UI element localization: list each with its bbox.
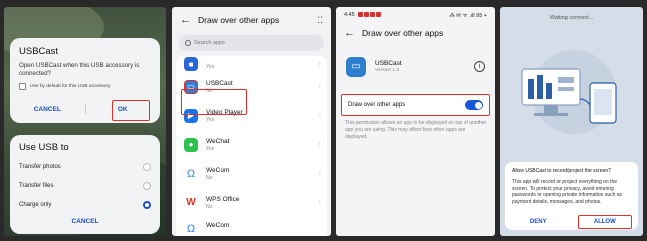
wecom-icon: Ω (184, 166, 198, 181)
usbcast-app-icon: ▭ (346, 56, 366, 77)
deny-button[interactable]: DENY (505, 219, 572, 225)
chevron-right-icon: › (318, 112, 321, 119)
app-version: Version 1.9 (375, 68, 400, 73)
phone-screen (594, 89, 612, 115)
chevron-right-icon: › (318, 60, 321, 68)
dialog-message: Open USBCast when this USB accessory is … (19, 62, 140, 78)
app-name: WeCom (206, 166, 230, 174)
default-checkbox-label: Use by default for this USB accessory (30, 84, 111, 90)
app-status: No (206, 203, 213, 210)
cancel-button[interactable]: CANCEL (10, 106, 85, 113)
toggle-label: Draw over other apps (348, 102, 406, 108)
header: ← Draw over other apps ⁚⁚ (172, 7, 331, 33)
monitor-stand (544, 105, 558, 113)
app-name: USBCast (206, 79, 233, 87)
draw-over-toggle[interactable] (465, 100, 483, 110)
page-title: Draw over other apps (198, 15, 280, 25)
chevron-right-icon: › (318, 141, 321, 148)
dialog-title: Allow USBCast to record/project the scre… (512, 168, 611, 174)
chevron-right-icon: › (318, 170, 321, 177)
usbcast-highlight-box (181, 89, 247, 115)
search-bar[interactable] (179, 35, 324, 51)
illustration-bar (528, 79, 534, 99)
back-arrow-icon[interactable]: ← (180, 14, 191, 26)
radio-button[interactable] (143, 181, 151, 190)
info-icon[interactable]: i (474, 61, 485, 72)
app-info: ▭ USBCast Version 1.9 i (336, 43, 495, 79)
permission-description: This permission allows an app to be disp… (345, 120, 487, 140)
dialog-message: This app will record or project everythi… (512, 179, 623, 205)
illustration-line (558, 87, 574, 91)
app-list: ■ Yes › ▭ USBCast No › ▶ Video Player Ye… (176, 56, 327, 236)
list-item[interactable]: Ω WeCom No › (176, 159, 327, 188)
usb-accessory-dialog: USBCast Open USBCast when this USB acces… (10, 38, 160, 123)
wecom-icon: Ω (184, 222, 198, 236)
page-title: Draw over other apps (362, 28, 444, 38)
usb-option-label: Transfer files (19, 182, 54, 189)
dialog-title: USBCast (19, 46, 59, 57)
usb-accessory-screen: USBCast Open USBCast when this USB acces… (4, 7, 166, 236)
illustration-bar (537, 75, 543, 99)
draw-over-apps-list-screen: ← Draw over other apps ⁚⁚ ■ Yes › ▭ USBC… (172, 7, 331, 236)
app-status: Yes (206, 145, 215, 152)
list-item[interactable]: W WPS Office No › (176, 188, 327, 217)
app-status: No (206, 174, 213, 181)
usb-option-label: Transfer photos (19, 163, 61, 170)
allow-highlight-box (578, 215, 632, 229)
chevron-right-icon: › (318, 199, 321, 206)
chevron-right-icon: › (318, 83, 321, 90)
illustration-bar (546, 83, 552, 99)
search-icon (185, 40, 191, 46)
back-arrow-icon[interactable]: ← (344, 27, 355, 39)
app-status: Yes (206, 116, 215, 123)
default-checkbox-row[interactable]: Use by default for this USB accessory (19, 83, 151, 91)
app-permission-screen: 4:45 ⁂ ✉ ᯤ .ıll 95 + ← Draw over other a… (336, 7, 495, 236)
usb-option-transfer-files[interactable]: Transfer files (19, 176, 151, 195)
header: ← Draw over other apps (336, 23, 495, 43)
wps-icon: W (184, 195, 198, 210)
usb-option-label: Charge only (19, 201, 52, 208)
status-bar: 4:45 ⁂ ✉ ᯤ .ıll 95 + (336, 7, 495, 23)
usb-mode-cancel-button[interactable]: CANCEL (19, 218, 151, 225)
cast-illustration (521, 50, 617, 134)
status-indicators: ⁂ ✉ ᯤ .ıll 95 + (449, 13, 487, 19)
usb-option-transfer-photos[interactable]: Transfer photos (19, 157, 151, 176)
usb-option-charge-only[interactable]: Charge only (19, 195, 151, 214)
app-name: WeChat (206, 137, 230, 145)
notification-icons (357, 11, 382, 19)
toggle-knob (474, 101, 482, 109)
app-name: USBCast (375, 60, 402, 67)
draw-over-toggle-row[interactable]: Draw over other apps (341, 94, 490, 116)
usb-mode-title: Use USB to (19, 142, 69, 153)
waiting-status: Waiting connect... (549, 15, 594, 21)
list-item[interactable]: ● WeChat Yes › (176, 130, 327, 159)
status-time: 4:45 (344, 12, 355, 18)
ok-highlight-box (112, 100, 150, 121)
app-name: WeCom (206, 222, 230, 229)
record-permission-dialog: Allow USBCast to record/project the scre… (505, 162, 638, 230)
default-checkbox[interactable] (19, 83, 26, 91)
radio-button-selected[interactable] (143, 200, 151, 209)
app-name: WPS Office (206, 195, 240, 203)
search-input[interactable] (194, 40, 314, 46)
list-item[interactable]: Ω WeCom (176, 217, 327, 236)
chat-icon: ● (184, 137, 198, 152)
screen-capture-screen: Waiting connect... Allow USBCast to reco… (500, 7, 643, 236)
more-options-icon[interactable]: ⁚⁚ (317, 15, 323, 26)
list-item[interactable]: ■ Yes › (176, 56, 327, 72)
illustration-line (558, 77, 574, 83)
radio-button[interactable] (143, 162, 151, 171)
usb-mode-dialog: Use USB to Transfer photos Transfer file… (10, 135, 160, 234)
monitor-base (534, 113, 568, 116)
app-icon: ■ (184, 57, 198, 71)
app-status: Yes (206, 64, 215, 70)
